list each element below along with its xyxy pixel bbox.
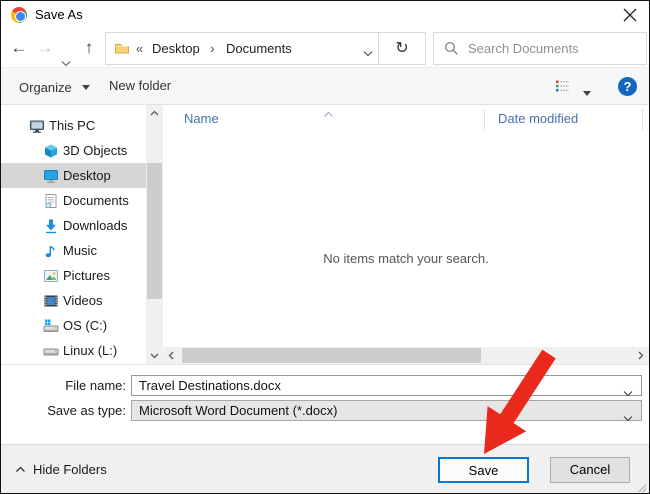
navigation-pane: This PC 3D Objects Desktop Documents xyxy=(1,105,146,364)
scroll-right-icon[interactable] xyxy=(632,347,649,364)
sidebar-item-linux-l[interactable]: Linux (L:) xyxy=(1,338,146,363)
file-name-input[interactable]: Travel Destinations.docx xyxy=(131,375,642,396)
address-dropdown-chevron-icon[interactable] xyxy=(363,45,373,60)
search-icon xyxy=(444,41,459,59)
change-view-icon[interactable] xyxy=(554,78,571,97)
sidebar-item-documents[interactable]: Documents xyxy=(1,188,146,213)
hide-folders-label: Hide Folders xyxy=(33,462,107,477)
search-input[interactable] xyxy=(468,34,640,63)
sidebar-item-label: Downloads xyxy=(63,213,127,238)
sidebar-item-label: OS (C:) xyxy=(63,313,107,338)
horizontal-scrollbar-thumb[interactable] xyxy=(182,348,481,363)
chevron-up-icon xyxy=(15,466,26,473)
breadcrumb-separator-icon: › xyxy=(210,33,215,63)
window-title: Save As xyxy=(35,1,83,29)
chrome-icon xyxy=(11,7,27,23)
organize-caret-icon xyxy=(82,68,90,104)
navigation-bar: ← → ↑ « Desktop › Documents ↻ xyxy=(1,29,649,67)
file-name-label: File name: xyxy=(11,375,126,396)
command-toolbar: Organize New folder ? xyxy=(1,67,649,105)
breadcrumb-documents[interactable]: Documents xyxy=(222,33,296,64)
empty-folder-message: No items match your search. xyxy=(163,251,649,266)
pictures-icon xyxy=(43,267,59,283)
sidebar-item-label: Linux (L:) xyxy=(63,338,117,363)
save-button[interactable]: Save xyxy=(438,457,529,483)
sidebar-scrollbar[interactable] xyxy=(146,105,163,364)
sidebar-item-label: Desktop xyxy=(63,163,111,188)
linux-drive-icon xyxy=(43,342,59,358)
forward-icon[interactable]: → xyxy=(35,29,55,67)
breadcrumb-overflow[interactable]: « xyxy=(136,33,143,64)
scroll-left-icon[interactable] xyxy=(163,347,180,364)
save-as-type-value: Microsoft Word Document (*.docx) xyxy=(139,403,337,418)
help-icon[interactable]: ? xyxy=(618,77,637,96)
hide-folders-button[interactable]: Hide Folders xyxy=(15,457,107,483)
content-area: This PC 3D Objects Desktop Documents xyxy=(1,105,649,365)
sidebar-item-desktop[interactable]: Desktop xyxy=(1,163,146,188)
3d-objects-icon xyxy=(43,142,59,158)
sidebar-item-3d-objects[interactable]: 3D Objects xyxy=(1,138,146,163)
sidebar-item-this-pc[interactable]: This PC xyxy=(1,113,146,138)
documents-icon xyxy=(43,192,59,208)
column-header-name[interactable]: Name xyxy=(184,107,219,131)
os-drive-icon xyxy=(43,317,59,333)
sidebar-item-label: This PC xyxy=(49,113,95,138)
videos-icon xyxy=(43,292,59,308)
file-form-area: File name: Travel Destinations.docx Save… xyxy=(1,365,649,444)
desktop-icon xyxy=(43,167,59,183)
column-divider[interactable] xyxy=(642,109,643,130)
new-folder-button[interactable]: New folder xyxy=(109,68,171,104)
downloads-icon xyxy=(43,217,59,233)
sidebar-item-pictures[interactable]: Pictures xyxy=(1,263,146,288)
save-as-type-label: Save as type: xyxy=(11,400,126,421)
cancel-button[interactable]: Cancel xyxy=(550,457,630,483)
sidebar-item-label: 3D Objects xyxy=(63,138,127,163)
breadcrumb-desktop[interactable]: Desktop xyxy=(148,33,204,64)
organize-label: Organize xyxy=(19,80,72,95)
file-list-horizontal-scrollbar[interactable] xyxy=(163,347,649,364)
scroll-down-icon[interactable] xyxy=(146,347,163,364)
sidebar-item-music[interactable]: Music xyxy=(1,238,146,263)
save-as-type-select[interactable]: Microsoft Word Document (*.docx) xyxy=(131,400,642,421)
sidebar-scrollbar-thumb[interactable] xyxy=(147,163,162,299)
close-icon[interactable] xyxy=(621,6,639,24)
sort-ascending-icon xyxy=(323,106,334,121)
save-as-type-dropdown-chevron-icon[interactable] xyxy=(623,408,633,427)
sidebar-item-label: Documents xyxy=(63,188,129,213)
back-icon[interactable]: ← xyxy=(9,29,29,67)
dialog-footer: Hide Folders Save Cancel xyxy=(1,444,649,494)
up-icon[interactable]: ↑ xyxy=(79,29,99,67)
view-caret-icon[interactable] xyxy=(583,84,591,99)
address-bar[interactable]: « Desktop › Documents ↻ xyxy=(105,32,426,65)
file-list-pane: Name Date modified No items match your s… xyxy=(163,105,649,364)
column-divider[interactable] xyxy=(484,109,485,130)
resize-grip[interactable] xyxy=(638,484,646,492)
sidebar-item-videos[interactable]: Videos xyxy=(1,288,146,313)
refresh-icon[interactable]: ↻ xyxy=(379,33,425,64)
search-box[interactable] xyxy=(433,32,647,65)
this-pc-icon xyxy=(29,117,45,133)
sidebar-item-label: Pictures xyxy=(63,263,110,288)
folder-icon xyxy=(114,40,130,59)
music-icon xyxy=(43,242,59,258)
sidebar-item-downloads[interactable]: Downloads xyxy=(1,213,146,238)
sidebar-item-label: Music xyxy=(63,238,97,263)
sidebar-item-label: Videos xyxy=(63,288,103,313)
file-name-value: Travel Destinations.docx xyxy=(139,378,281,393)
organize-button[interactable]: Organize xyxy=(19,68,90,106)
column-header-date-modified[interactable]: Date modified xyxy=(498,107,578,131)
sidebar-item-os-c[interactable]: OS (C:) xyxy=(1,313,146,338)
title-bar: Save As xyxy=(1,1,649,29)
scroll-up-icon[interactable] xyxy=(146,105,163,122)
save-as-dialog: Save As ← → ↑ « Desktop › Documents xyxy=(0,0,650,494)
